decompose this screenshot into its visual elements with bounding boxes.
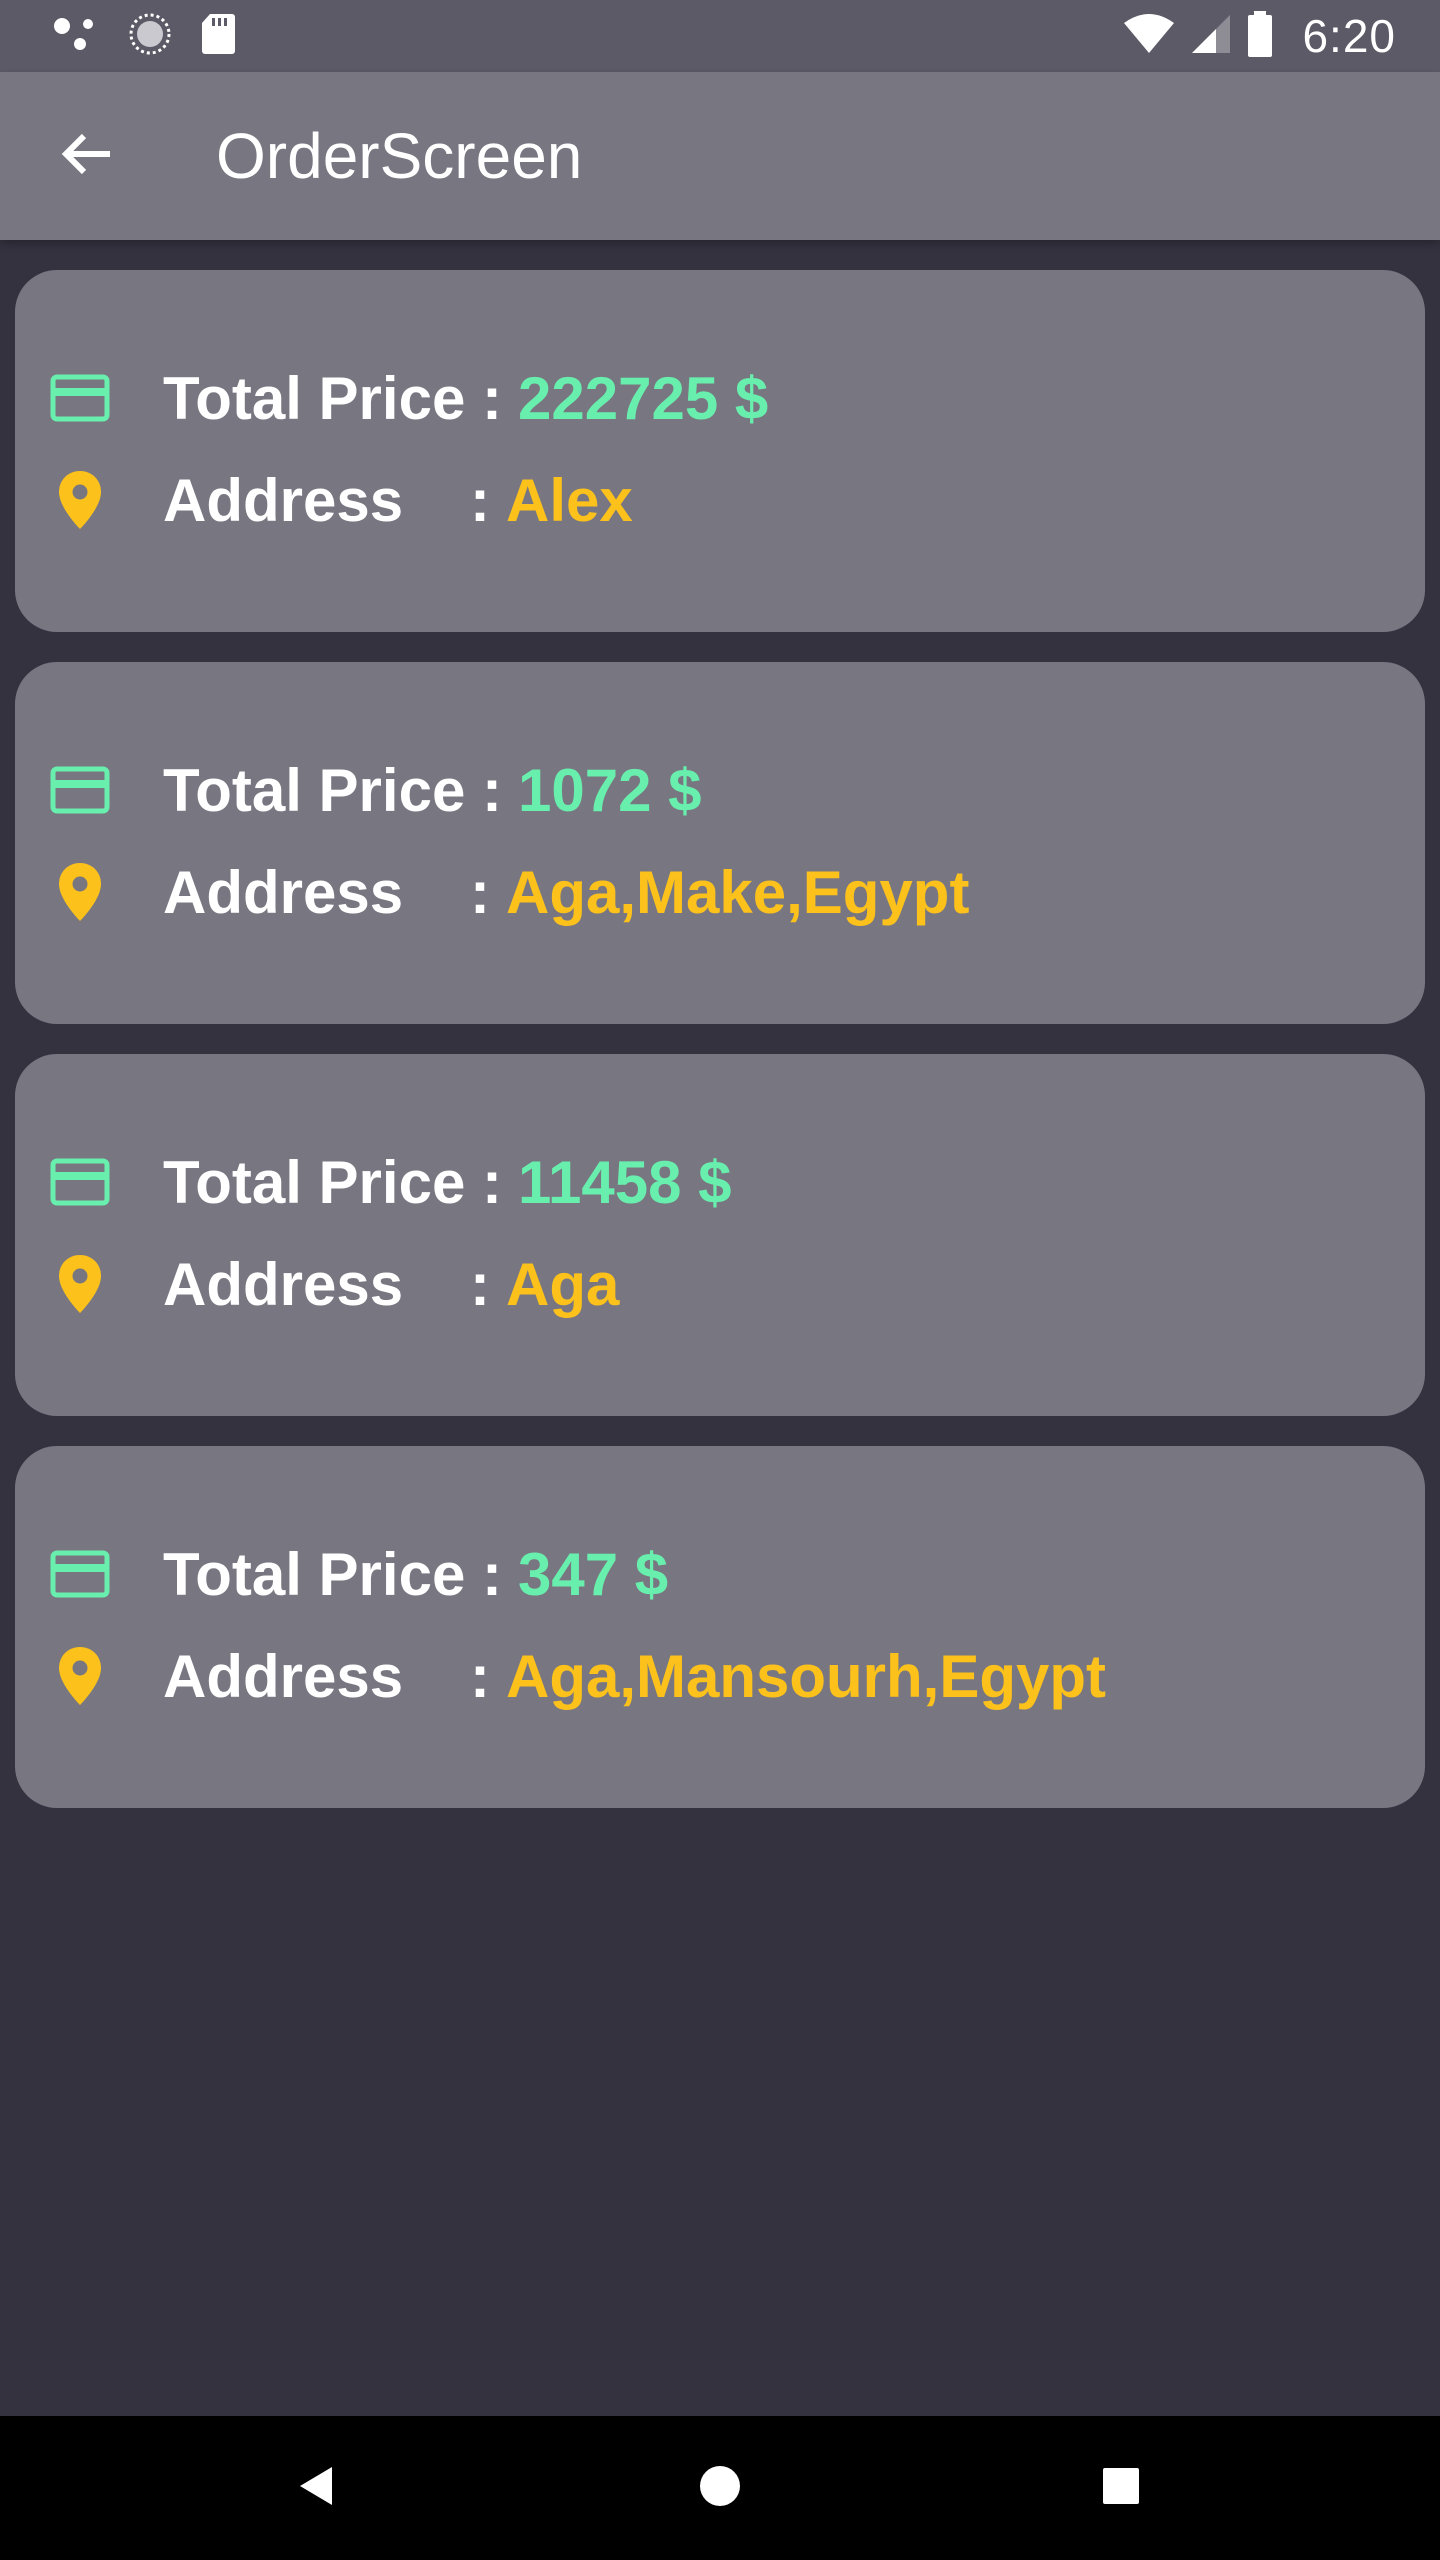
address-value: Aga,Mansourh,Egypt: [505, 1642, 1107, 1710]
assistant-dots-icon: [52, 14, 100, 59]
label-separator: :: [470, 1250, 490, 1318]
signal-icon: [1190, 13, 1232, 60]
nav-back-button[interactable]: [276, 2448, 356, 2528]
status-time: 6:20: [1302, 10, 1396, 62]
label-separator: :: [481, 1148, 502, 1216]
home-circle-icon: [698, 2464, 742, 2513]
total-price-label: Total Price: [163, 1148, 482, 1216]
total-price-value: 11458 $: [517, 1148, 732, 1216]
nav-recents-button[interactable]: [1081, 2448, 1161, 2528]
label-separator: :: [470, 858, 490, 926]
order-address-row: Address : Alex: [49, 460, 633, 540]
system-nav-bar: [0, 2416, 1440, 2560]
total-price-label: Total Price: [163, 756, 482, 824]
order-price-row: Total Price : 347 $: [49, 1534, 668, 1614]
status-bar: 6:20: [0, 0, 1440, 72]
order-price-row: Total Price : 222725 $: [49, 358, 768, 438]
battery-icon: [1246, 10, 1274, 62]
order-address-row: Address : Aga,Make,Egypt: [49, 852, 969, 932]
credit-card-icon: [49, 1151, 111, 1213]
total-price-value: 1072 $: [517, 756, 702, 824]
address-value: Alex: [505, 466, 633, 534]
recents-square-icon: [1101, 2466, 1141, 2511]
address-value: Aga: [505, 1250, 620, 1318]
location-pin-icon: [49, 1645, 111, 1707]
order-card[interactable]: Total Price : 11458 $ Address : Aga: [15, 1054, 1425, 1416]
label-separator: :: [470, 1642, 490, 1710]
back-triangle-icon: [294, 2464, 338, 2513]
total-price-label: Total Price: [163, 1540, 482, 1608]
label-separator: :: [470, 466, 490, 534]
label-separator: :: [481, 364, 502, 432]
nav-home-button[interactable]: [680, 2448, 760, 2528]
address-label: Address: [163, 1642, 404, 1710]
address-label: Address: [163, 1250, 404, 1318]
credit-card-icon: [49, 1543, 111, 1605]
app-bar: OrderScreen: [0, 72, 1440, 240]
order-price-row: Total Price : 1072 $: [49, 750, 701, 830]
status-left-icons: [52, 12, 236, 61]
location-pin-icon: [49, 1253, 111, 1315]
arrow-left-icon: [58, 130, 114, 183]
order-price-row: Total Price : 11458 $: [49, 1142, 732, 1222]
address-value: Aga,Make,Egypt: [505, 858, 970, 926]
back-button[interactable]: [42, 112, 130, 200]
total-price-value: 222725 $: [517, 364, 769, 432]
label-separator: :: [481, 1540, 502, 1608]
location-pin-icon: [49, 861, 111, 923]
wifi-icon: [1122, 13, 1176, 60]
label-separator: :: [481, 756, 502, 824]
address-label: Address: [163, 466, 404, 534]
sync-circle-icon: [128, 12, 172, 61]
address-label: Address: [163, 858, 404, 926]
status-right-icons: 6:20: [1122, 10, 1396, 62]
credit-card-icon: [49, 759, 111, 821]
order-address-row: Address : Aga: [49, 1244, 619, 1324]
sd-card-icon: [200, 12, 236, 61]
order-address-row: Address : Aga,Mansourh,Egypt: [49, 1636, 1106, 1716]
order-card[interactable]: Total Price : 222725 $ Address : Alex: [15, 270, 1425, 632]
page-title: OrderScreen: [216, 120, 583, 192]
order-card[interactable]: Total Price : 347 $ Address : Aga,Mansou…: [15, 1446, 1425, 1808]
total-price-value: 347 $: [517, 1540, 669, 1608]
location-pin-icon: [49, 469, 111, 531]
order-card[interactable]: Total Price : 1072 $ Address : Aga,Make,…: [15, 662, 1425, 1024]
total-price-label: Total Price: [163, 364, 482, 432]
credit-card-icon: [49, 367, 111, 429]
